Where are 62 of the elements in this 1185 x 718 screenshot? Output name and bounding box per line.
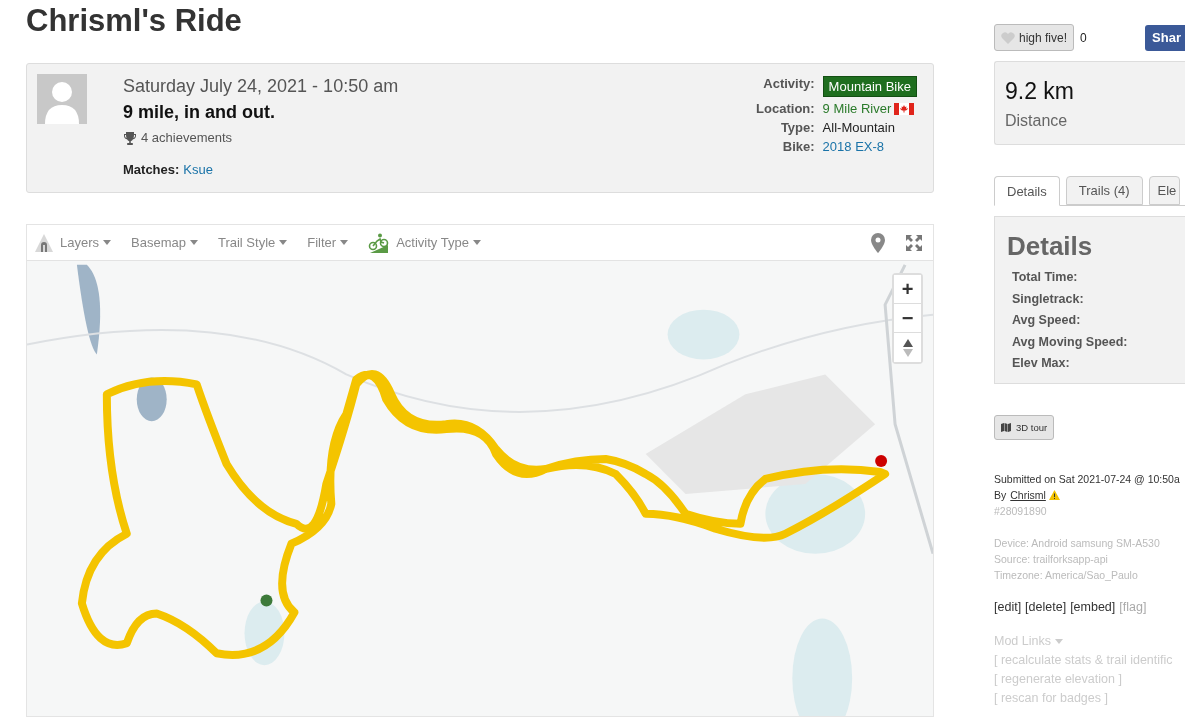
compass-icon — [902, 338, 913, 357]
bike-link[interactable]: 2018 EX-8 — [822, 139, 885, 154]
detail-label: Avg Speed: — [1011, 312, 1082, 329]
action-link[interactable]: [edit] — [994, 599, 1022, 615]
field-value: All-Mountain — [822, 120, 895, 135]
distance-value: 9.2 km — [1005, 78, 1076, 105]
by-label: By — [994, 488, 1007, 503]
caret-icon — [189, 240, 198, 245]
flag-icon — [894, 102, 915, 115]
timezone-text: Timezone: America/Sao_Paulo — [994, 568, 1139, 583]
caret-icon — [472, 240, 481, 245]
page-title: Chrisml's Ride — [26, 2, 243, 40]
action-link[interactable]: [delete] — [1025, 599, 1067, 615]
location-link[interactable]: 9 Mile River — [822, 101, 892, 116]
high-five-button[interactable]: high five! — [994, 24, 1075, 51]
tab[interactable]: Trails (4) — [1065, 176, 1143, 205]
field-label: Activity: — [762, 76, 815, 93]
trophy-icon — [123, 130, 137, 145]
source-text: Source: trailforksapp-api — [994, 552, 1109, 567]
user-link[interactable]: Chrisml — [1010, 487, 1046, 503]
detail-label: Singletrack: — [1011, 290, 1085, 308]
caret-icon — [279, 240, 288, 245]
cyclist-icon — [368, 232, 391, 253]
caret-icon — [340, 240, 349, 245]
matches-label: Matches: — [123, 162, 180, 177]
matches-link[interactable]: Ksue — [183, 162, 213, 177]
layers-icon — [34, 232, 54, 253]
map-menu-dropdown[interactable]: Trail Style — [217, 235, 288, 250]
high-five-count: 0 — [1080, 30, 1087, 45]
heart-icon — [1001, 31, 1015, 44]
distance-label: Distance — [1005, 112, 1069, 130]
map-menu-dropdown[interactable]: Layers — [60, 235, 112, 250]
tab[interactable]: Details — [994, 176, 1060, 206]
fullscreen-icon[interactable] — [905, 233, 923, 252]
caret-icon — [1055, 639, 1063, 644]
map-menu-dropdown[interactable]: Basemap — [131, 235, 198, 250]
ride-id: #28091890 — [994, 504, 1048, 519]
warning-icon — [1048, 490, 1060, 500]
zoom-in-button[interactable]: + — [894, 275, 921, 304]
caret-icon — [103, 240, 112, 245]
tab[interactable]: Ele — [1148, 176, 1181, 205]
field-label: Location: — [756, 101, 815, 116]
achievements-link[interactable]: 4 achievements — [141, 130, 233, 145]
map-menu-dropdown[interactable]: Activity Type — [396, 235, 481, 250]
avatar-icon — [37, 74, 87, 124]
field-label: Bike: — [781, 139, 815, 154]
details-heading: Details — [1007, 231, 1094, 261]
field-label: Type: — [779, 120, 815, 135]
activity-badge: Mountain Bike — [822, 76, 917, 97]
submitted-text: Submitted on Sat 2021-07-24 @ 10:50a — [994, 472, 1181, 487]
detail-label: Avg Moving Speed: — [1011, 333, 1129, 351]
share-button[interactable]: Shar — [1145, 24, 1185, 51]
3d-tour-button[interactable]: 3D tour — [994, 415, 1055, 440]
map-icon — [1001, 423, 1011, 432]
ride-date: Saturday July 24, 2021 - 10:50 am — [123, 76, 399, 97]
device-text: Device: Android samsung SM-A530 — [994, 536, 1161, 551]
detail-label: Total Time: — [1011, 269, 1079, 286]
detail-label: Elev Max: — [1011, 355, 1071, 372]
location-pin-icon[interactable] — [871, 232, 885, 253]
ride-name: 9 mile, in and out. — [123, 102, 276, 123]
action-link[interactable]: [embed] — [1070, 599, 1116, 615]
map-menu-dropdown[interactable]: Filter — [307, 235, 349, 250]
